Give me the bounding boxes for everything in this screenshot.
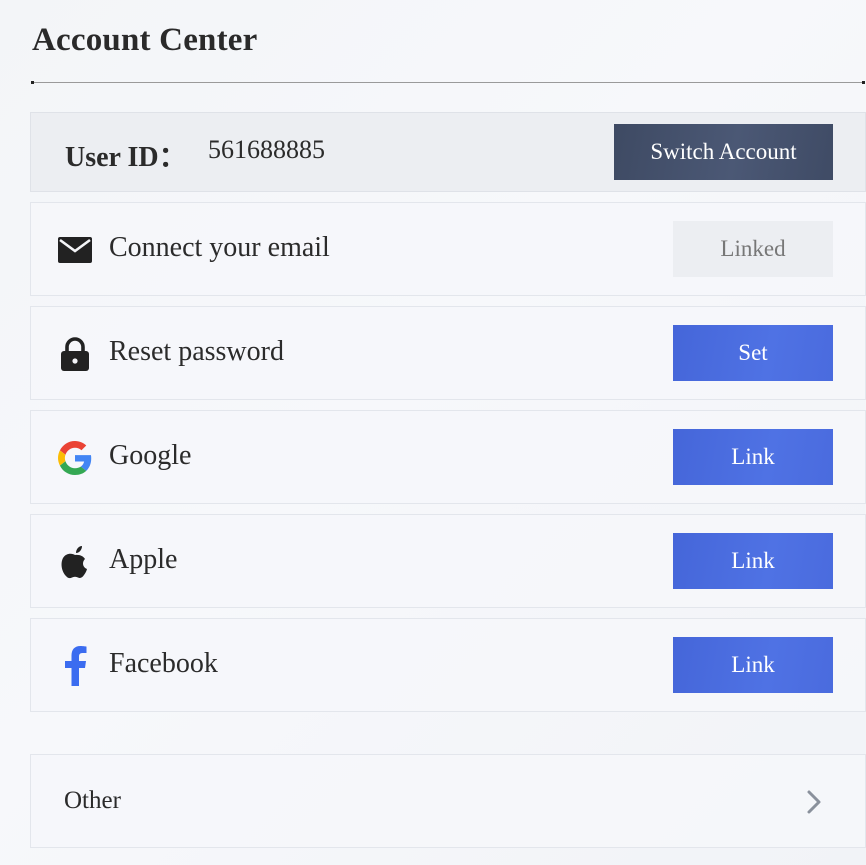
apple-row: Apple Link: [30, 514, 866, 608]
facebook-row: Facebook Link: [30, 618, 866, 712]
apple-label: Apple: [109, 544, 178, 575]
user-id-label: User ID：: [65, 142, 187, 173]
google-icon: [57, 440, 93, 476]
link-apple-button[interactable]: Link: [673, 533, 833, 589]
user-id-value: 561688885: [208, 135, 325, 164]
google-row: Google Link: [30, 410, 866, 504]
password-row: Reset password Set: [30, 306, 866, 400]
email-label: Connect your email: [109, 232, 330, 263]
password-label: Reset password: [109, 336, 284, 367]
apple-icon: [57, 544, 93, 580]
set-password-button[interactable]: Set: [673, 325, 833, 381]
other-label: Other: [64, 787, 121, 814]
link-google-button[interactable]: Link: [673, 429, 833, 485]
facebook-label: Facebook: [109, 648, 218, 679]
link-facebook-button[interactable]: Link: [673, 637, 833, 693]
mail-icon: [57, 232, 93, 268]
switch-account-button[interactable]: Switch Account: [614, 124, 833, 180]
email-row: Connect your email Linked: [30, 202, 866, 296]
google-label: Google: [109, 440, 192, 471]
facebook-icon: [57, 646, 93, 686]
email-linked-status: Linked: [673, 221, 833, 277]
chevron-right-icon: [801, 787, 827, 817]
page-title: Account Center: [32, 22, 258, 58]
other-row[interactable]: Other: [30, 754, 866, 848]
user-id-row: User ID： 561688885 Switch Account: [30, 112, 866, 192]
lock-icon: [57, 336, 93, 372]
title-divider: [31, 81, 865, 84]
